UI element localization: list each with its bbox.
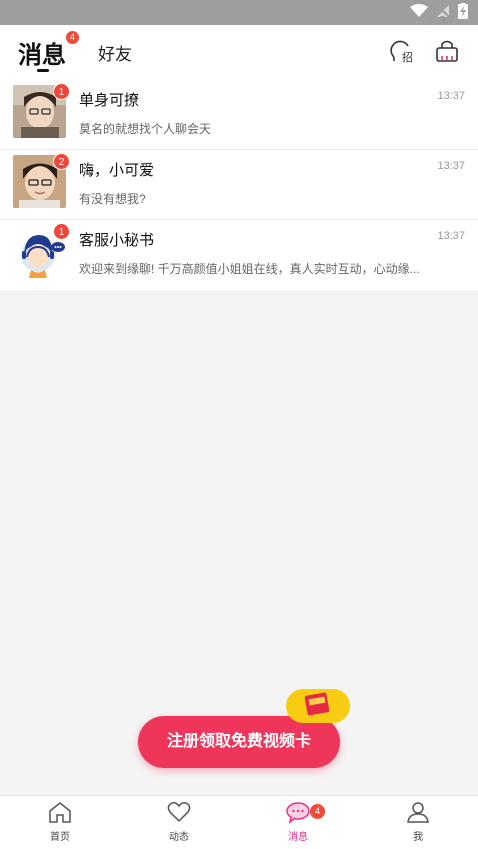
conversation-list: 1 单身可撩 13:37 莫名的就想找个人聊会天 2 嗨，小可爱 13:37 有… xyxy=(0,80,478,290)
conversation-name: 客服小秘书 xyxy=(79,232,155,249)
tab-label: 消息 xyxy=(288,832,308,843)
tab-label: 首页 xyxy=(50,832,70,843)
shop-bag-icon[interactable] xyxy=(434,39,460,65)
conversation-row[interactable]: 1 客服小秘书 13:37 欢迎来到缘聊! 千万高颜值小姐姐在线，真人实时互动，… xyxy=(0,220,478,290)
battery-charging-icon xyxy=(458,3,468,19)
header: 消息 4 好友 招 xyxy=(0,25,478,80)
register-promo-button[interactable]: 注册领取免费视频卡 xyxy=(138,716,340,768)
home-icon xyxy=(49,802,71,823)
conversation-preview: 欢迎来到缘聊! 千万高颜值小姐姐在线，真人实时互动，心动缘... xyxy=(79,262,420,276)
unread-badge: 2 xyxy=(53,153,70,170)
heart-icon xyxy=(167,802,191,823)
conversation-row[interactable]: 1 单身可撩 13:37 莫名的就想找个人聊会天 xyxy=(0,80,478,150)
status-bar: 1:37 xyxy=(0,0,478,30)
tab-messages-nav[interactable]: 消息 4 xyxy=(258,800,338,843)
conversation-time: 13:37 xyxy=(437,160,465,172)
conversation-time: 13:37 xyxy=(437,90,465,102)
conversation-name: 单身可撩 xyxy=(79,92,140,109)
unread-badge: 1 xyxy=(53,83,70,100)
tab-messages-badge: 4 xyxy=(66,31,79,44)
tab-indicator xyxy=(37,69,49,72)
conversation-preview: 有没有想我? xyxy=(79,192,146,206)
conversation-name: 嗨，小可爱 xyxy=(79,162,155,179)
tab-label: 动态 xyxy=(169,832,189,843)
tab-label: 我 xyxy=(413,832,423,843)
tab-friends[interactable]: 好友 xyxy=(98,40,132,65)
tab-me[interactable]: 我 xyxy=(378,800,458,843)
user-icon xyxy=(407,802,429,823)
bottom-tab-bar: 首页 动态 消息 4 我 xyxy=(0,795,478,849)
messages-count-badge: 4 xyxy=(310,804,325,819)
tab-home[interactable]: 首页 xyxy=(20,800,100,843)
recruit-icon[interactable]: 招 xyxy=(390,39,416,65)
conversation-time: 13:37 xyxy=(437,230,465,242)
red-packet-icon[interactable] xyxy=(286,689,350,723)
unread-badge: 1 xyxy=(53,223,70,240)
tab-messages[interactable]: 消息 xyxy=(18,35,66,70)
tab-moments[interactable]: 动态 xyxy=(139,800,219,843)
conversation-row[interactable]: 2 嗨，小可爱 13:37 有没有想我? xyxy=(0,150,478,220)
message-icon xyxy=(286,802,310,824)
conversation-preview: 莫名的就想找个人聊会天 xyxy=(79,122,212,136)
svg-text:招: 招 xyxy=(402,50,413,64)
status-icons: 1:37 xyxy=(410,3,468,30)
